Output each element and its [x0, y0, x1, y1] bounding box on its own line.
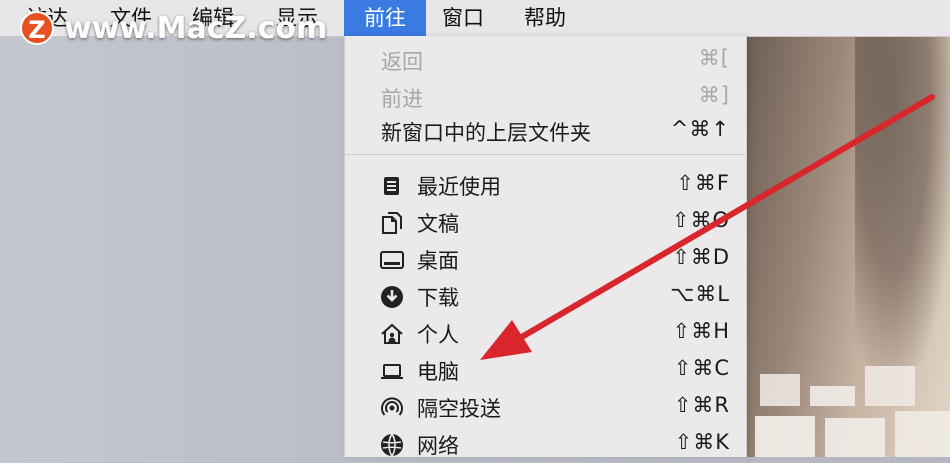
menu-item-shortcut: ⇧⌘F [676, 171, 730, 195]
menu-item-shortcut: ⇧⌘H [672, 319, 730, 343]
menu-window[interactable]: 窗口 [432, 0, 494, 36]
menu-file[interactable]: 文件 [100, 0, 162, 36]
wallpaper-shadow [855, 36, 950, 366]
home-icon [381, 323, 403, 344]
menu-item-shortcut: ⇧⌘R [673, 393, 730, 417]
menu-item-computer[interactable]: 电脑 ⇧⌘C [345, 352, 746, 389]
menu-item-label: 文稿 [417, 212, 459, 236]
menu-item-back[interactable]: 返回 ⌘[ [345, 42, 746, 79]
menu-item-shortcut: ^⌘↑ [670, 117, 730, 141]
network-icon [381, 433, 403, 457]
airdrop-icon [381, 397, 403, 416]
menu-item-home[interactable]: 个人 ⇧⌘H [345, 315, 746, 352]
menu-item-shortcut: ⇧⌘C [673, 356, 730, 380]
menu-finder[interactable]: 访达 [16, 0, 78, 36]
menu-item-label: 隔空投送 [417, 397, 501, 421]
recents-icon [384, 177, 399, 195]
menu-item-enclosing-folder-new-window[interactable]: 新窗口中的上层文件夹 ^⌘↑ [345, 113, 746, 150]
menu-bar: 访达 文件 编辑 显示 前往 窗口 帮助 [0, 0, 950, 37]
menu-go[interactable]: 前往 [344, 0, 426, 36]
menu-item-shortcut: ⇧⌘K [674, 430, 730, 454]
menu-item-label: 网络 [417, 434, 459, 458]
menu-item-desktop[interactable]: 桌面 ⇧⌘D [345, 241, 746, 278]
menu-item-shortcut: ⇧⌘D [672, 245, 730, 269]
menu-item-label: 前进 [381, 87, 423, 111]
menu-item-label: 下载 [417, 286, 459, 310]
menu-item-network[interactable]: 网络 ⇧⌘K [345, 426, 746, 463]
go-menu-dropdown: 返回 ⌘[ 前进 ⌘] 新窗口中的上层文件夹 ^⌘↑ 最近使用 ⇧⌘F 文稿 ⇧… [344, 36, 747, 458]
desktop-wallpaper [745, 36, 950, 457]
menu-item-label: 新窗口中的上层文件夹 [381, 121, 591, 145]
menu-edit[interactable]: 编辑 [182, 0, 244, 36]
menu-item-documents[interactable]: 文稿 ⇧⌘O [345, 204, 746, 241]
menu-item-shortcut: ⌘[ [698, 46, 730, 70]
menu-item-label: 最近使用 [417, 175, 501, 199]
menu-item-shortcut: ⌥⌘L [670, 282, 730, 306]
menu-item-label: 桌面 [417, 249, 459, 273]
menu-separator [345, 154, 746, 155]
documents-icon [382, 212, 402, 234]
downloads-icon [381, 286, 403, 308]
menu-item-airdrop[interactable]: 隔空投送 ⇧⌘R [345, 389, 746, 426]
menu-item-recents[interactable]: 最近使用 ⇧⌘F [345, 167, 746, 204]
menu-item-label: 个人 [417, 323, 459, 347]
menu-item-forward[interactable]: 前进 ⌘] [345, 79, 746, 116]
menu-item-label: 返回 [381, 50, 423, 74]
desktop-icon [380, 251, 404, 269]
menu-help[interactable]: 帮助 [514, 0, 576, 36]
menu-item-shortcut: ⌘] [698, 83, 730, 107]
computer-icon [381, 364, 403, 379]
menu-item-downloads[interactable]: 下载 ⌥⌘L [345, 278, 746, 315]
mosaic-blur [755, 356, 950, 457]
menu-item-label: 电脑 [417, 360, 459, 384]
menu-view[interactable]: 显示 [266, 0, 328, 36]
menu-item-shortcut: ⇧⌘O [671, 208, 730, 232]
